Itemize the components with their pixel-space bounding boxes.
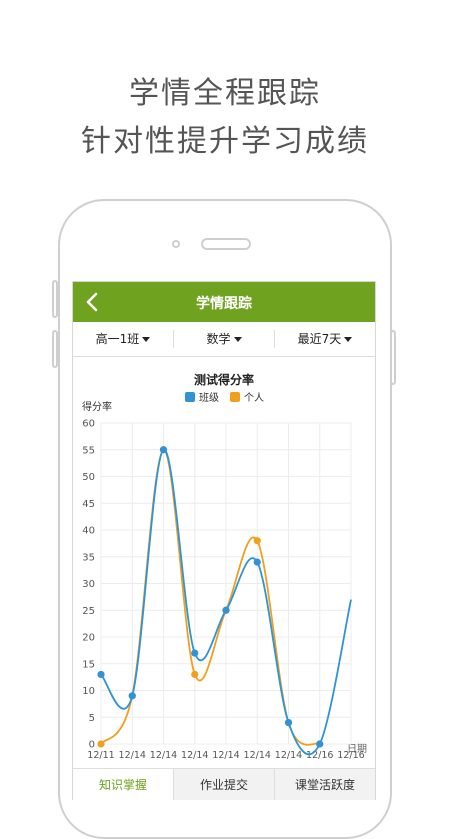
y-tick-label: 40 xyxy=(82,526,95,537)
legend-label-class: 班级 xyxy=(199,392,219,404)
score-rate-chart: 测试得分率 班级 个人 得分率 日期 051015202530354045505… xyxy=(82,372,367,761)
y-tick-label: 5 xyxy=(89,713,95,724)
subject-filter-dropdown[interactable]: 数学 xyxy=(174,322,274,356)
series-line-personal xyxy=(100,448,321,746)
data-point-class xyxy=(97,670,105,679)
data-point-class xyxy=(253,558,261,566)
chart-title: 测试得分率 xyxy=(194,372,254,387)
filter-bar: 高一1班 数学 最近7天 xyxy=(73,322,375,357)
caret-down-icon xyxy=(233,337,242,342)
y-tick-label: 10 xyxy=(82,686,95,697)
bottom-tab-bar: 知识掌握 作业提交 课堂活跃度 xyxy=(73,768,375,800)
y-axis-ticks: 0 5 10 15 20 25 30 35 40 45 50 55 60 xyxy=(82,419,95,751)
y-tick-label: 20 xyxy=(82,633,95,644)
x-axis-ticks: 12/11 12/14 12/14 12/14 12/14 12/14 12/14 12/16… xyxy=(87,750,364,761)
phone-volume-down-button xyxy=(52,330,58,368)
x-tick-label: 12/14 xyxy=(119,750,146,761)
phone-power-button xyxy=(390,330,396,385)
app-screen: 学情跟踪 高一1班 数学 最近7天 测试得分率 班级 个人 得分率 日期 051… xyxy=(72,281,376,800)
x-tick-label: 12/11 xyxy=(87,750,114,761)
caret-down-icon xyxy=(142,337,151,342)
class-filter-label: 高一1班 xyxy=(95,332,140,346)
phone-camera xyxy=(172,240,180,248)
phone-volume-up-button xyxy=(52,280,58,318)
y-tick-label: 15 xyxy=(82,659,95,670)
subject-filter-label: 数学 xyxy=(206,332,231,346)
page-title: 学情跟踪 xyxy=(196,296,252,312)
period-filter-label: 最近7天 xyxy=(297,332,342,346)
tab-homework-submission[interactable]: 作业提交 xyxy=(173,769,274,800)
y-tick-label: 25 xyxy=(82,606,95,617)
data-point-class xyxy=(128,692,136,700)
y-tick-label: 30 xyxy=(82,579,95,590)
x-tick-label: 12/16 xyxy=(337,750,364,761)
chart-grid xyxy=(100,422,352,745)
period-filter-dropdown[interactable]: 最近7天 xyxy=(275,322,375,356)
y-tick-label: 55 xyxy=(82,445,95,456)
data-point-class xyxy=(316,740,324,748)
y-axis-label: 得分率 xyxy=(82,400,112,413)
legend-swatch-class xyxy=(185,392,195,402)
tab-class-activity[interactable]: 课堂活跃度 xyxy=(274,769,375,800)
data-point-class xyxy=(222,606,230,614)
legend-label-personal: 个人 xyxy=(244,392,264,404)
phone-speaker xyxy=(201,238,251,250)
data-point-personal xyxy=(191,670,199,679)
x-tick-label: 12/14 xyxy=(150,750,177,761)
headline-line-1: 学情全程跟踪 xyxy=(129,76,321,111)
data-point-class xyxy=(159,446,168,454)
x-tick-label: 12/14 xyxy=(275,750,302,761)
y-tick-label: 35 xyxy=(82,552,95,563)
y-tick-label: 60 xyxy=(82,419,95,430)
data-point-personal xyxy=(253,537,261,545)
data-point-class xyxy=(191,649,199,657)
x-tick-label: 12/14 xyxy=(181,750,208,761)
class-filter-dropdown[interactable]: 高一1班 xyxy=(73,322,173,356)
y-tick-label: 0 xyxy=(89,740,95,751)
y-tick-label: 50 xyxy=(82,472,95,483)
chart-legend: 班级 个人 xyxy=(185,392,264,404)
tab-knowledge-mastery[interactable]: 知识掌握 xyxy=(73,769,173,800)
legend-swatch-personal xyxy=(230,392,240,402)
x-tick-label: 12/14 xyxy=(244,750,271,761)
data-point-personal xyxy=(97,740,105,748)
x-tick-label: 12/16 xyxy=(306,750,333,761)
app-header: 学情跟踪 xyxy=(73,282,375,322)
data-point-class xyxy=(284,719,293,727)
y-tick-label: 45 xyxy=(82,499,95,510)
caret-down-icon xyxy=(344,337,353,342)
x-tick-label: 12/14 xyxy=(212,750,239,761)
headline-line-2: 针对性提升学习成绩 xyxy=(81,124,369,159)
